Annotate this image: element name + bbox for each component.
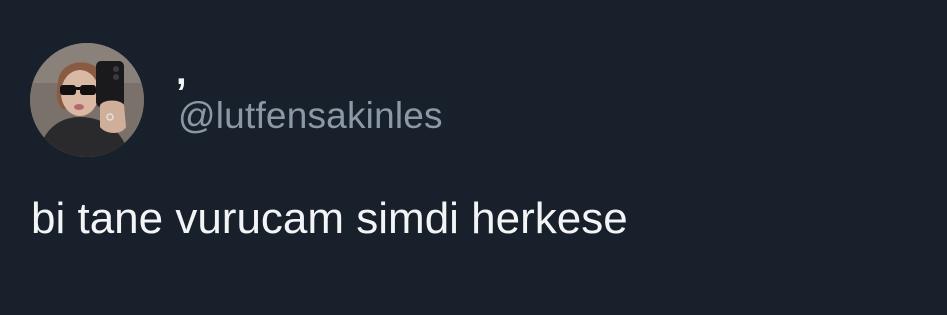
author-handle[interactable]: @lutfensakinles (178, 95, 443, 137)
avatar[interactable] (30, 43, 144, 157)
profile-photo-icon (30, 43, 144, 157)
tweet-card: , @lutfensakinles bi tane vurucam simdi … (0, 0, 947, 315)
tweet-text: bi tane vurucam simdi herkese (31, 194, 628, 243)
author-display-name[interactable]: , (176, 52, 187, 92)
